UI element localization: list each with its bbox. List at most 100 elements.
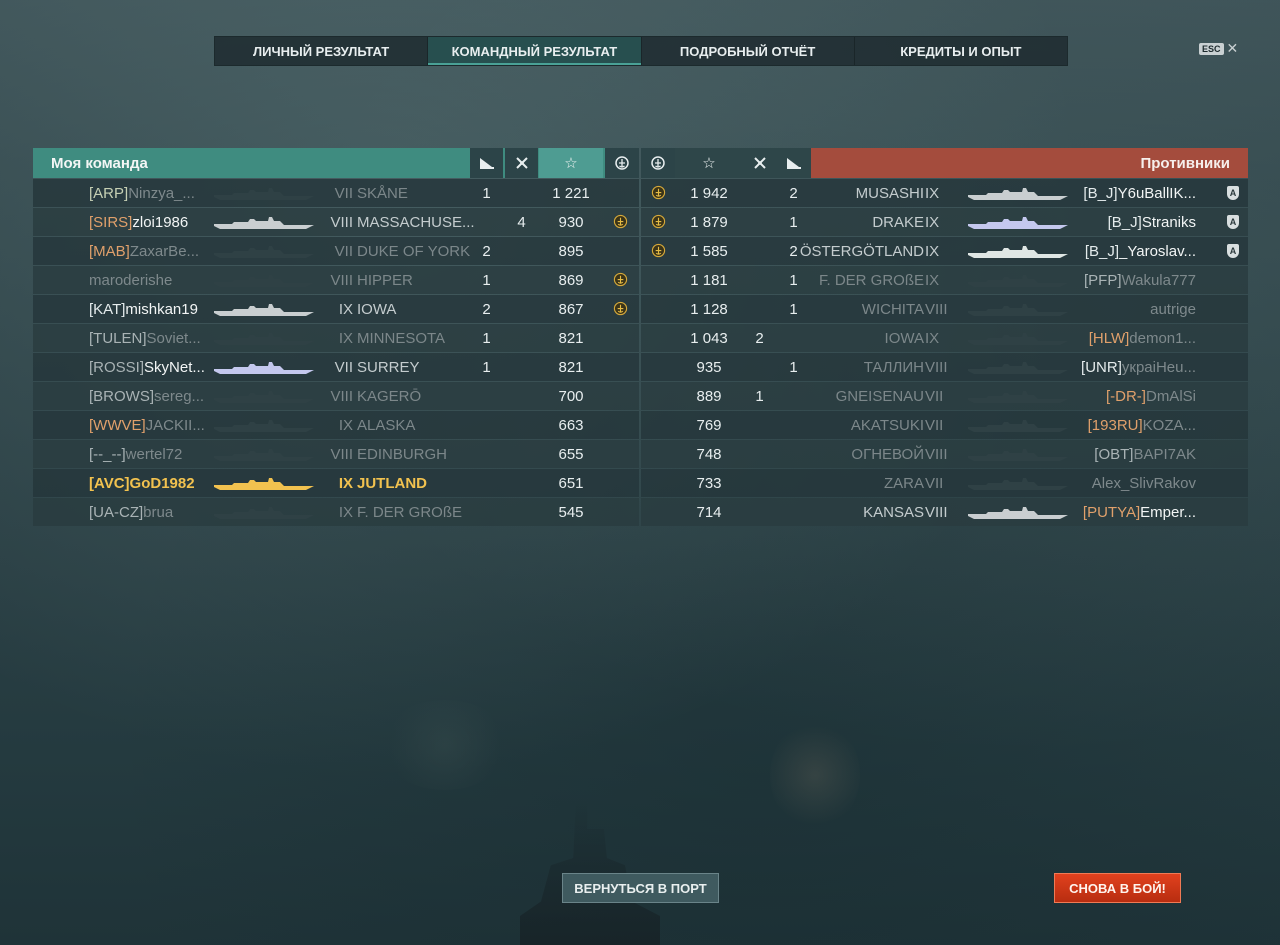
enemy-player-row[interactable]: 748 ОГНЕВОЙ VIII [OBT]BAPI7AK [641, 440, 1248, 468]
player-name: [-DR-]DmAlSi [1106, 388, 1196, 405]
plane-kill-icon[interactable] [743, 148, 776, 178]
ships-sunk: 1 [482, 359, 491, 376]
ship-silhouette-icon [957, 188, 1079, 200]
enemy-player-row[interactable]: 733 ZARA VII Alex_SlivRakov [641, 469, 1248, 497]
enemy-player-row[interactable]: 769 AKATSUKI VII [193RU]KOZA... [641, 411, 1248, 439]
player-name: [B_J]_Yaroslav... [1085, 243, 1196, 260]
my-team-player-row[interactable]: [KAT]mishkan19 IX IOWA 2 867 [33, 295, 639, 323]
enemy-team-header: Противники [811, 148, 1248, 178]
clan-tag: [-DR-] [1105, 388, 1146, 405]
clan-tag: [OBT] [1094, 446, 1134, 463]
player-nick: brua [143, 504, 174, 521]
ship-silhouette-icon [957, 449, 1079, 461]
results-tabs: ЛИЧНЫЙ РЕЗУЛЬТАТ КОМАНДНЫЙ РЕЗУЛЬТАТ ПОД… [214, 36, 1068, 66]
ship-tier: IX [338, 330, 353, 347]
ship-tier: VIII [330, 214, 353, 231]
my-team-player-row[interactable]: [ROSSI]SkyNet... VII SURREY 1 821 [33, 353, 639, 381]
enemy-player-row[interactable]: 889 1 GNEISENAU VII [-DR-]DmAlSi [641, 382, 1248, 410]
base-xp-star-icon[interactable]: ☆ [677, 148, 741, 178]
ship-tier: VIII [330, 388, 353, 405]
ships-sunk: 1 [482, 185, 491, 202]
clan-tag: [WWVE] [89, 417, 146, 434]
my-team-player-row[interactable]: [MAB]ZaxarBe... VII DUKE OF YORK 2 895 [33, 237, 639, 265]
ship-tier: VII [925, 417, 944, 434]
player-name: [193RU]KOZA... [1088, 417, 1196, 434]
base-xp: 1 879 [690, 214, 728, 231]
ship-name: IOWA [357, 301, 397, 318]
plane-kill-icon[interactable] [505, 148, 538, 178]
my-team-player-row[interactable]: [--_--]wertel72 VIII EDINBURGH 655 [33, 440, 639, 468]
ship-name: ТАЛЛИН [863, 359, 924, 376]
achievement-medal-icon [651, 185, 666, 200]
enemy-player-row[interactable]: 1 181 1 F. DER GROßE IX [PFP]Wakula777 [641, 266, 1248, 294]
my-team-player-row[interactable]: [TULEN]Soviet... IX MINNESOTA 1 821 [33, 324, 639, 352]
achievement-medal-icon [651, 214, 666, 229]
ship-sunk-icon[interactable] [470, 148, 503, 178]
base-xp: 748 [696, 446, 722, 463]
base-xp: 714 [696, 504, 722, 521]
enemy-player-row[interactable]: 1 879 1 DRAKE IX [B_J]Straniks A [641, 208, 1248, 236]
tab-personal-result[interactable]: ЛИЧНЫЙ РЕЗУЛЬТАТ [215, 37, 429, 65]
player-name: [KAT]mishkan19 [89, 301, 198, 318]
enemy-player-row[interactable]: 1 043 2 IOWA IX [HLW]demon1... [641, 324, 1248, 352]
ship-tier: IX [338, 301, 353, 318]
player-name: [AVC]GoD1982 [89, 475, 195, 492]
my-team-player-row[interactable]: [SIRS]zloi1986 VIII MASSACHUSE... 4 930 [33, 208, 639, 236]
enemy-player-row[interactable]: 1 585 2 ÖSTERGÖTLAND IX [B_J]_Yaroslav..… [641, 237, 1248, 265]
player-nick: SkyNet... [144, 359, 205, 376]
enemy-player-row[interactable]: 1 128 1 WICHITA VIII autrige [641, 295, 1248, 323]
player-nick: укpaiHeu... [1121, 359, 1196, 376]
ship-silhouette-icon [203, 420, 325, 432]
achievement-medal-icon [613, 301, 628, 316]
tab-credits-xp[interactable]: КРЕДИТЫ И ОПЫТ [855, 37, 1067, 65]
my-team-player-row[interactable]: [ARP]Ninzya_... VII SKÅNE 1 1 221 [33, 179, 639, 207]
return-to-port-button[interactable]: ВЕРНУТЬСЯ В ПОРТ [562, 873, 719, 903]
player-name: [ARP]Ninzya_... [89, 185, 195, 202]
table-row: [AVC]GoD1982 IX JUTLAND 651 733 ZARA VII… [33, 469, 1248, 497]
ship-tier: VII [925, 475, 944, 492]
team-results-header: Моя команда Противники ☆ ☆ [33, 148, 1248, 178]
base-xp: 889 [696, 388, 722, 405]
my-team-player-row[interactable]: [AVC]GoD1982 IX JUTLAND 651 [33, 469, 639, 497]
ship-silhouette-icon [957, 217, 1079, 229]
tab-detailed-report[interactable]: ПОДРОБНЫЙ ОТЧЁТ [642, 37, 855, 65]
ship-silhouette-icon [203, 246, 325, 258]
ship-silhouette-icon [203, 275, 325, 287]
my-team-player-row[interactable]: [BROWS]sereg... VIII KAGERŌ 700 [33, 382, 639, 410]
ship-silhouette-icon [203, 304, 325, 316]
ship-name: SKÅNE [357, 185, 408, 202]
my-team-player-row[interactable]: [WWVE]JACKII... IX ALASKA 663 [33, 411, 639, 439]
ships-sunk: 2 [482, 301, 491, 318]
tab-team-result[interactable]: КОМАНДНЫЙ РЕЗУЛЬТАТ [428, 37, 642, 65]
ship-tier: IX [925, 214, 940, 231]
player-name: [OBT]BAPI7AK [1094, 446, 1196, 463]
base-xp: 821 [558, 330, 584, 347]
ship-tier: IX [925, 272, 940, 289]
enemy-player-row[interactable]: 714 KANSAS VIII [PUTYA]Emper... [641, 498, 1248, 526]
base-xp: 700 [558, 388, 584, 405]
enemy-player-row[interactable]: 1 942 2 MUSASHI IX [B_J]Y6uBallIK... A [641, 179, 1248, 207]
enemy-player-row[interactable]: 935 1 ТАЛЛИН VIII [UNR]укpaiHeu... [641, 353, 1248, 381]
team-results-panel: Моя команда Противники ☆ ☆ [ARP]Ninzya_.… [33, 148, 1248, 526]
division-icon: A [1227, 215, 1239, 229]
enemy-team-title: Противники [1140, 155, 1230, 172]
battle-again-button[interactable]: СНОВА В БОЙ! [1054, 873, 1181, 903]
table-row: [--_--]wertel72 VIII EDINBURGH 655 748 О… [33, 440, 1248, 468]
base-xp-star-icon[interactable]: ☆ [539, 148, 603, 178]
achievement-icon[interactable] [641, 148, 675, 178]
ship-name: GNEISENAU [835, 388, 924, 405]
my-team-title: Моя команда [51, 155, 148, 172]
ship-sunk-icon[interactable] [777, 148, 810, 178]
clan-tag: [ROSSI] [89, 359, 145, 376]
player-nick: Emper... [1140, 504, 1196, 521]
ship-tier: VIII [925, 359, 948, 376]
player-name: [UNR]укpaiHeu... [1081, 359, 1196, 376]
my-team-player-row[interactable]: [UA-CZ]brua IX F. DER GROßE 545 [33, 498, 639, 526]
planes-destroyed: 1 [755, 388, 764, 405]
my-team-player-row[interactable]: maroderishe VIII HIPPER 1 869 [33, 266, 639, 294]
achievement-icon[interactable] [605, 148, 639, 178]
player-nick: autrige [1150, 301, 1196, 318]
close-button[interactable]: ESC ✕ [1199, 40, 1238, 57]
player-name: [PFP]Wakula777 [1084, 272, 1196, 289]
player-nick: Y6uBallIK... [1117, 185, 1196, 202]
